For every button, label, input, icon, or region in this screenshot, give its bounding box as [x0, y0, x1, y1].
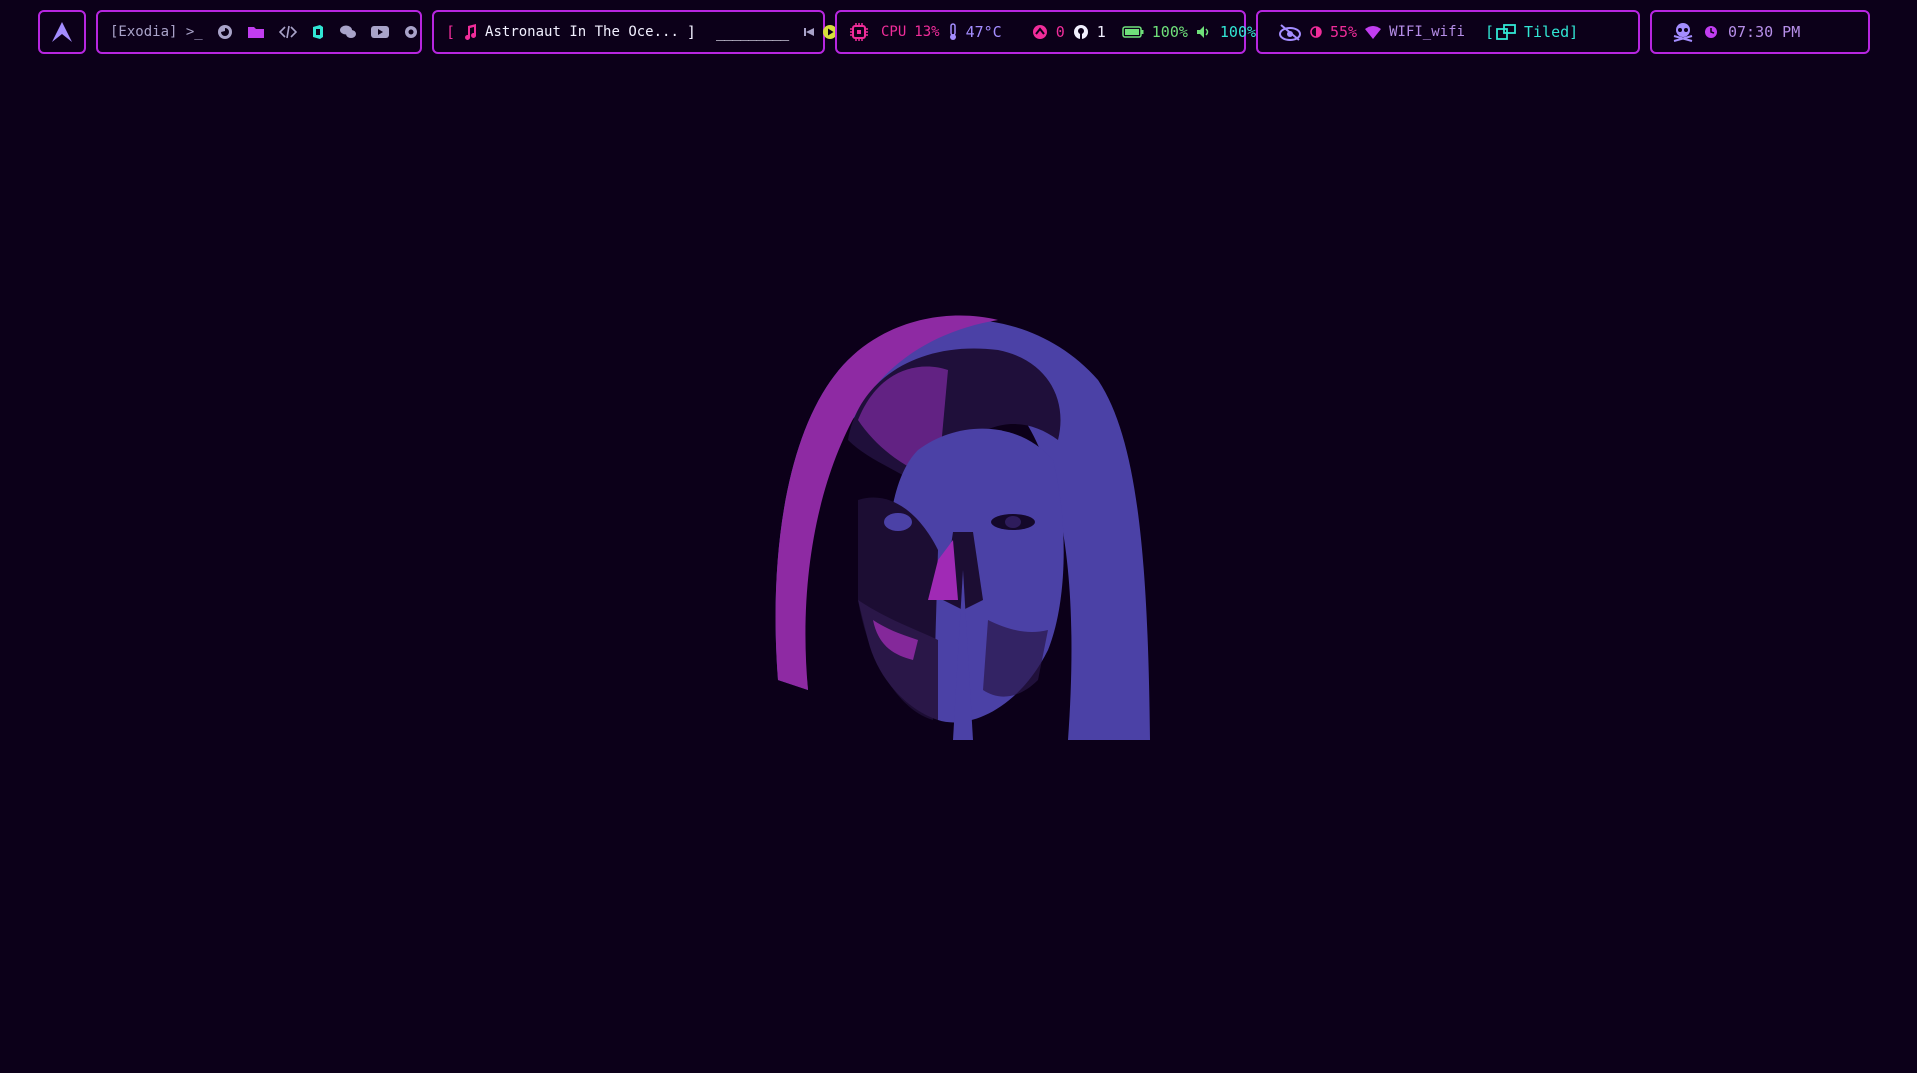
network-module: 55% WIFI_wifi [ Tiled] [1256, 10, 1640, 54]
eye-icon[interactable] [1278, 22, 1302, 42]
office-icon[interactable] [311, 24, 325, 40]
media-open-bracket: [ [446, 23, 456, 41]
terminal-prompt[interactable]: >_ [186, 24, 203, 40]
workspace-label[interactable]: [Exodia] >_ [110, 24, 203, 40]
media-progress[interactable]: _________ [716, 23, 789, 41]
arch-logo-icon[interactable] [50, 20, 74, 44]
media-close-bracket: ] [686, 23, 696, 41]
skull-icon [1672, 22, 1694, 42]
media-track-title[interactable]: Astronaut In The Oce... [485, 24, 679, 40]
thermometer-icon [948, 23, 958, 41]
volume-icon[interactable] [1196, 25, 1212, 39]
code-icon[interactable] [278, 24, 297, 40]
battery-value: 100% [1151, 23, 1188, 41]
chat-icon[interactable] [339, 24, 357, 40]
previous-icon[interactable] [804, 27, 815, 37]
launcher-module[interactable] [38, 10, 86, 54]
temperature-value: 47°C [965, 23, 1002, 41]
cpu-label: CPU [881, 24, 907, 40]
workspaces-module: [Exodia] >_ [96, 10, 422, 54]
clock-time[interactable]: 07:30 PM [1728, 23, 1800, 41]
github-icon[interactable] [1073, 24, 1089, 40]
brightness-value[interactable]: 55% [1330, 23, 1357, 41]
brightness-icon [1310, 26, 1322, 38]
music-note-icon [463, 24, 477, 40]
youtube-icon[interactable] [370, 25, 389, 39]
system-module: CPU 13% 47°C 0 1 100% 100% [835, 10, 1256, 54]
cpu-chip-icon [849, 22, 869, 42]
volume-value[interactable]: 100% [1220, 23, 1256, 41]
layout-mode[interactable]: Tiled] [1524, 23, 1578, 41]
settings-icon[interactable] [403, 24, 419, 40]
updates-icon[interactable] [1032, 24, 1048, 40]
battery-icon [1122, 26, 1144, 38]
folder-icon[interactable] [247, 24, 265, 40]
clock-icon [1704, 25, 1718, 39]
layout-open-bracket: [ [1484, 23, 1494, 41]
layout-tiled-icon [1496, 24, 1516, 40]
github-count: 1 [1096, 23, 1106, 41]
wallpaper-illustration [768, 300, 1154, 746]
clock-module: 07:30 PM [1650, 10, 1870, 54]
media-module: [ Astronaut In The Oce... ] _________ [432, 10, 857, 54]
cpu-usage: 13% [914, 24, 940, 40]
wifi-name[interactable]: WIFI_wifi [1389, 24, 1465, 40]
workspace-name[interactable]: [Exodia] [110, 24, 177, 40]
wifi-icon [1365, 25, 1382, 39]
updates-count: 0 [1055, 23, 1065, 41]
firefox-icon[interactable] [217, 24, 233, 40]
